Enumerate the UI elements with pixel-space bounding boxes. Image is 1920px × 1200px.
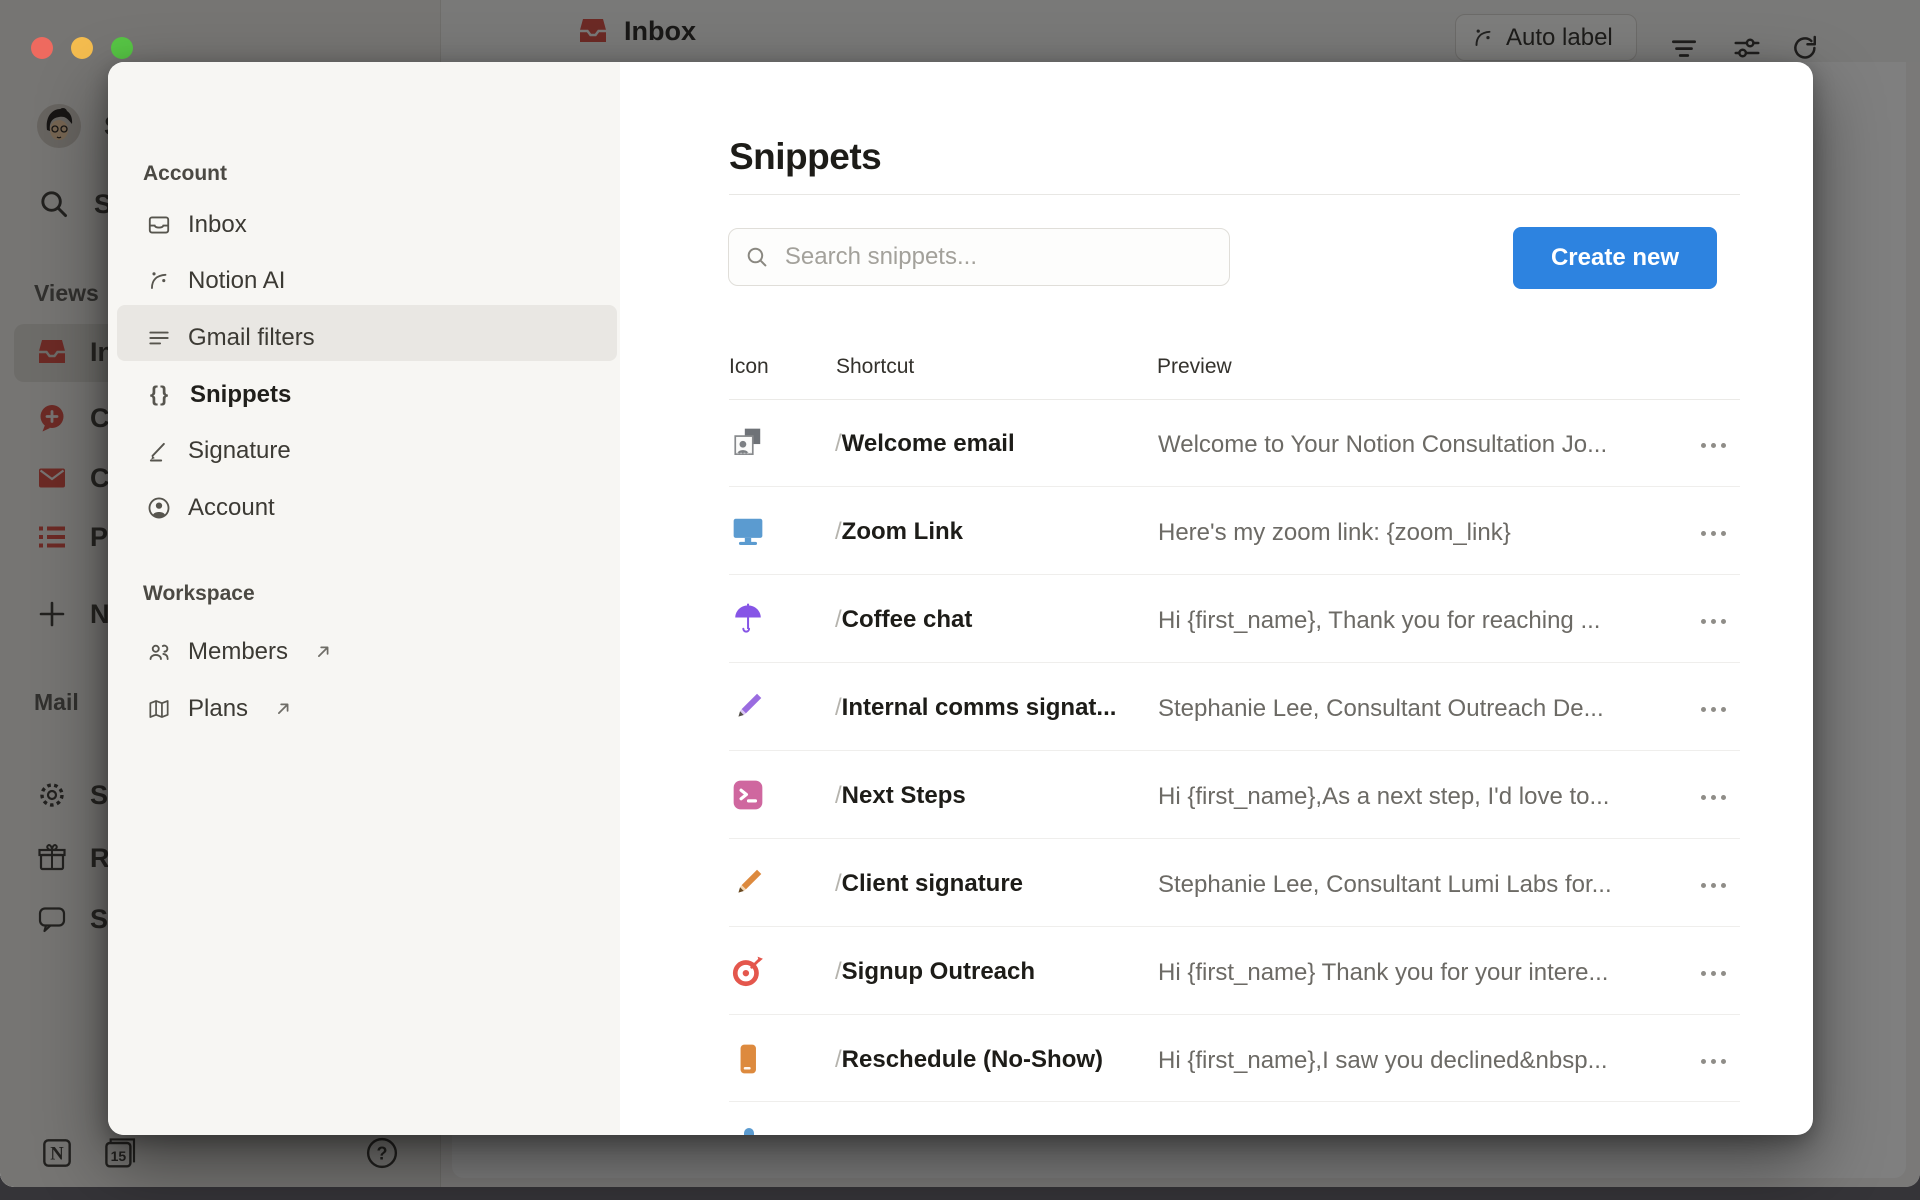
search-input[interactable] — [783, 242, 1213, 272]
account-heading: Account — [143, 162, 227, 186]
search-icon — [745, 244, 769, 270]
snippet-preview: Here's my zoom link: {zoom_link} — [1158, 519, 1511, 547]
umbrella-icon — [731, 602, 765, 636]
filter-lines-icon — [146, 325, 172, 351]
workspace-heading: Workspace — [143, 582, 255, 606]
snippet-preview: Hi {first_name} Thank you for your inter… — [1158, 959, 1608, 987]
notion-ai-icon — [146, 268, 172, 294]
settings-item-gmail-filters[interactable]: Gmail filters — [146, 316, 315, 360]
pen-icon — [731, 866, 765, 900]
snippet-row[interactable]: /Reschedule (No-Show) Hi {first_name},I … — [729, 1015, 1740, 1102]
snippet-row[interactable]: /Welcome email Welcome to Your Notion Co… — [729, 399, 1740, 487]
snippet-preview: Stephanie Lee, Consultant Lumi Labs for.… — [1158, 871, 1612, 899]
snippet-row[interactable]: /Next Steps Hi {first_name},As a next st… — [729, 751, 1740, 839]
snippet-preview: Hi {first_name},As a next step, I'd love… — [1158, 783, 1609, 811]
table-header: Icon Shortcut Preview — [729, 347, 1740, 391]
notebook-icon — [731, 1042, 765, 1076]
snippet-search[interactable] — [728, 228, 1230, 286]
column-header-icon: Icon — [729, 355, 769, 379]
row-menu-button[interactable] — [1691, 1051, 1735, 1071]
settings-modal: Account Inbox Notion AI — [108, 62, 1813, 1135]
zoom-button[interactable] — [111, 37, 133, 59]
contact-card-icon — [731, 426, 765, 460]
row-menu-button[interactable] — [1691, 787, 1735, 807]
settings-item-inbox[interactable]: Inbox — [146, 203, 247, 247]
pen-icon — [731, 690, 765, 724]
settings-item-notion-ai[interactable]: Notion AI — [146, 259, 285, 303]
monitor-icon — [731, 514, 765, 548]
map-icon — [146, 696, 172, 722]
settings-item-members[interactable]: Members — [146, 630, 334, 674]
target-icon — [731, 954, 765, 988]
settings-item-account[interactable]: Account — [146, 486, 275, 530]
terminal-icon — [731, 778, 765, 812]
column-header-preview: Preview — [1157, 355, 1232, 379]
inbox-tray-icon — [146, 212, 172, 238]
next-row-partial-icon — [744, 1128, 754, 1135]
snippet-row[interactable]: /Coffee chat Hi {first_name}, Thank you … — [729, 575, 1740, 663]
members-icon — [146, 639, 172, 665]
snippet-row[interactable]: /Internal comms signat... Stephanie Lee,… — [729, 663, 1740, 751]
external-link-icon — [272, 698, 294, 720]
create-new-button[interactable]: Create new — [1513, 227, 1717, 289]
minimize-button[interactable] — [71, 37, 93, 59]
snippet-row[interactable]: /Zoom Link Here's my zoom link: {zoom_li… — [729, 487, 1740, 575]
screen: Inbox Auto label — [0, 0, 1920, 1200]
row-menu-button[interactable] — [1691, 699, 1735, 719]
snippet-row[interactable]: /Client signature Stephanie Lee, Consult… — [729, 839, 1740, 927]
external-link-icon — [312, 641, 334, 663]
settings-item-signature[interactable]: Signature — [146, 429, 291, 473]
snippet-preview: Hi {first_name},I saw you declined&nbsp.… — [1158, 1047, 1608, 1075]
row-menu-button[interactable] — [1691, 611, 1735, 631]
column-header-shortcut: Shortcut — [836, 355, 914, 379]
settings-item-snippets[interactable]: {} Snippets — [146, 373, 291, 417]
signature-pen-icon — [146, 438, 172, 464]
close-button[interactable] — [31, 37, 53, 59]
row-menu-button[interactable] — [1691, 963, 1735, 983]
account-person-icon — [146, 495, 172, 521]
snippet-preview: Stephanie Lee, Consultant Outreach De... — [1158, 695, 1604, 723]
snippet-row[interactable]: /Signup Outreach Hi {first_name} Thank y… — [729, 927, 1740, 1015]
snippet-preview: Hi {first_name}, Thank you for reaching … — [1158, 607, 1600, 635]
settings-sidebar: Account Inbox Notion AI — [108, 62, 620, 1135]
row-menu-button[interactable] — [1691, 435, 1735, 455]
title-divider — [729, 194, 1740, 195]
row-menu-button[interactable] — [1691, 523, 1735, 543]
window-controls — [31, 37, 133, 59]
braces-icon: {} — [146, 383, 174, 407]
page-title: Snippets — [729, 136, 881, 178]
settings-item-plans[interactable]: Plans — [146, 687, 294, 731]
row-menu-button[interactable] — [1691, 875, 1735, 895]
snippet-preview: Welcome to Your Notion Consultation Jo..… — [1158, 431, 1607, 459]
